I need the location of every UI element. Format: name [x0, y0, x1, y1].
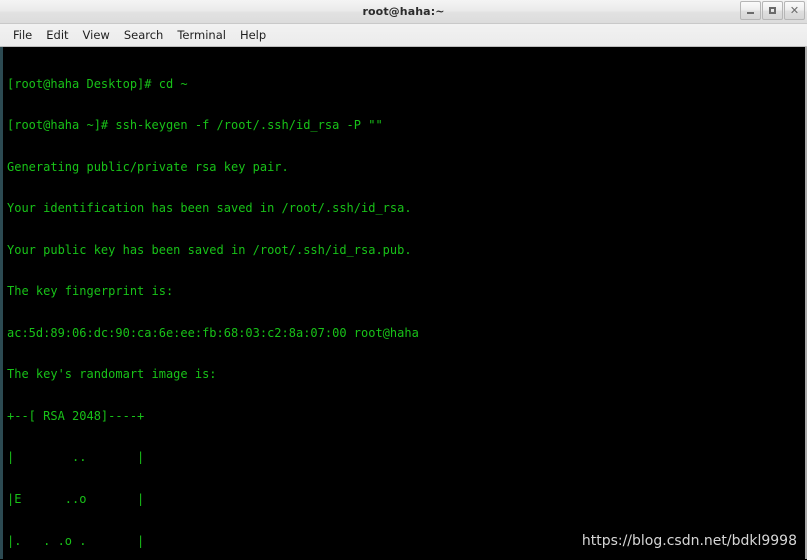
menu-terminal[interactable]: Terminal — [170, 26, 233, 44]
terminal-line: Your identification has been saved in /r… — [7, 201, 412, 216]
watermark-text: https://blog.csdn.net/bdkl9998 — [581, 533, 797, 549]
menu-edit[interactable]: Edit — [39, 26, 75, 44]
terminal-output[interactable]: [root@haha Desktop]# cd ~ [root@haha ~]#… — [3, 47, 805, 559]
terminal-line: Your public key has been saved in /root/… — [7, 242, 412, 257]
title-bar[interactable]: root@haha:~ ✕ — [0, 0, 807, 24]
randomart-line: +--[ RSA 2048]----+ — [7, 408, 145, 423]
close-icon: ✕ — [789, 4, 800, 17]
terminal-line: The key fingerprint is: — [7, 284, 174, 299]
menu-bar: File Edit View Search Terminal Help — [0, 24, 807, 47]
menu-help[interactable]: Help — [233, 26, 273, 44]
minimize-icon — [747, 12, 754, 14]
terminal-screen[interactable]: [root@haha Desktop]# cd ~ [root@haha ~]#… — [0, 47, 807, 559]
close-button[interactable]: ✕ — [784, 1, 805, 20]
terminal-line: [root@haha ~]# ssh-keygen -f /root/.ssh/… — [7, 118, 383, 133]
window-title: root@haha:~ — [362, 5, 445, 18]
menu-file[interactable]: File — [6, 26, 39, 44]
maximize-button[interactable] — [762, 1, 783, 20]
menu-search[interactable]: Search — [117, 26, 171, 44]
terminal-line: [root@haha Desktop]# cd ~ — [7, 76, 188, 91]
randomart-line: |E ..o | — [7, 492, 145, 506]
terminal-line: ac:5d:89:06:dc:90:ca:6e:ee:fb:68:03:c2:8… — [7, 325, 419, 340]
menu-view[interactable]: View — [76, 26, 117, 44]
minimize-button[interactable] — [740, 1, 761, 20]
terminal-line: The key's randomart image is: — [7, 367, 217, 382]
terminal-window: root@haha:~ ✕ File Edit View Search Term… — [0, 0, 807, 560]
terminal-line: Generating public/private rsa key pair. — [7, 159, 289, 174]
window-controls: ✕ — [740, 1, 805, 20]
maximize-icon — [769, 7, 776, 14]
randomart-line: | .. | — [7, 450, 145, 465]
